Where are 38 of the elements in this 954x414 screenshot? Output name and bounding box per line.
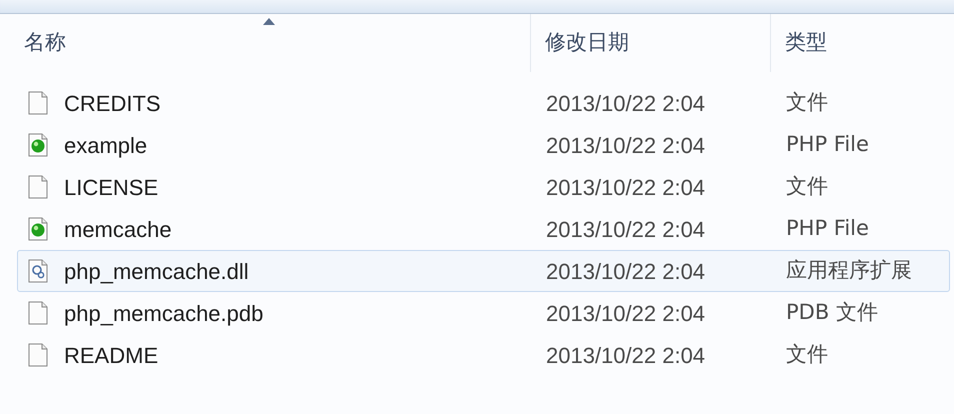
modified-date: 2013/10/22 2:04: [545, 174, 706, 202]
file-type: PHP File: [785, 131, 869, 158]
file-type: 应用程序扩展: [785, 257, 912, 284]
file-type: 文件: [785, 173, 828, 200]
file-type: 文件: [785, 341, 828, 368]
file-type: PDB 文件: [785, 299, 878, 326]
file-name: memcache: [64, 216, 172, 244]
file-name: example: [64, 132, 148, 160]
file-name: php_memcache.dll: [64, 258, 249, 286]
file-row[interactable]: php_memcache.dll 2013/10/22 2:04 应用程序扩展: [17, 250, 950, 292]
sort-arrow-icon: [263, 18, 275, 25]
file-icon: [28, 91, 48, 115]
file-icon: [28, 343, 48, 367]
file-icon: [28, 175, 48, 199]
file-row[interactable]: php_memcache.pdb 2013/10/22 2:04 PDB 文件: [17, 292, 950, 334]
modified-date: 2013/10/22 2:04: [545, 216, 706, 244]
file-row[interactable]: LICENSE 2013/10/22 2:04 文件: [17, 166, 950, 208]
column-header[interactable]: 名称: [0, 14, 530, 72]
ball-file-icon: [28, 133, 48, 157]
file-name: LICENSE: [64, 174, 158, 202]
column-header[interactable]: 修改日期: [530, 14, 770, 72]
column-header[interactable]: 类型: [770, 14, 954, 72]
modified-date: 2013/10/22 2:04: [545, 90, 706, 118]
modified-date: 2013/10/22 2:04: [545, 258, 706, 286]
modified-date: 2013/10/22 2:04: [545, 342, 706, 370]
modified-date: 2013/10/22 2:04: [545, 132, 706, 160]
file-type: PHP File: [785, 215, 869, 242]
file-name: CREDITS: [64, 90, 161, 118]
ball-file-icon: [28, 217, 48, 241]
file-row[interactable]: README 2013/10/22 2:04 文件: [17, 334, 950, 376]
file-icon: [28, 301, 48, 325]
modified-date: 2013/10/22 2:04: [545, 300, 706, 328]
file-name: README: [64, 342, 158, 370]
file-row[interactable]: CREDITS 2013/10/22 2:04 文件: [17, 82, 950, 124]
file-row[interactable]: memcache 2013/10/22 2:04 PHP File: [17, 208, 950, 250]
file-row[interactable]: example 2013/10/22 2:04 PHP File: [17, 124, 950, 166]
file-name: php_memcache.pdb: [64, 300, 264, 328]
file-type: 文件: [785, 89, 828, 116]
